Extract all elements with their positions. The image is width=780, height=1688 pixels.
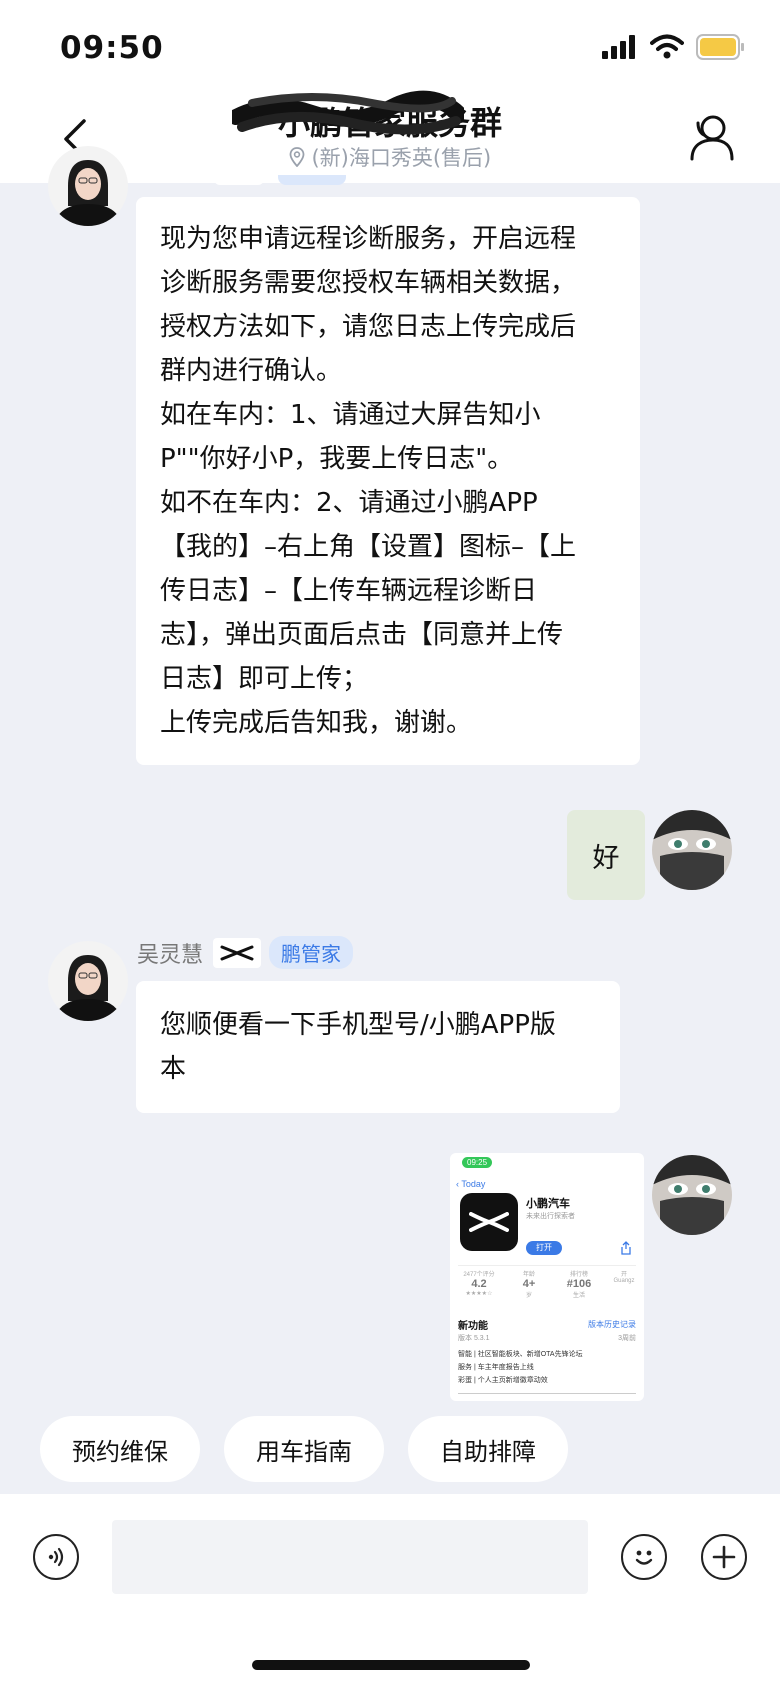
- wifi-icon: [650, 34, 684, 59]
- quick-action-guide[interactable]: 用车指南: [224, 1416, 384, 1482]
- stat-sub: 生活: [572, 1293, 585, 1299]
- shot-app-icon: [460, 1193, 518, 1251]
- message-text: 好: [592, 842, 620, 874]
- location-pin-icon: [289, 147, 305, 168]
- shot-note: 彩蛋 | 个人主页新增徽章动效: [458, 1377, 548, 1384]
- stat-value: 4+: [522, 1278, 536, 1290]
- share-icon: [621, 1241, 631, 1255]
- shot-stat: 2477个评分 4.2 ★★★★☆: [456, 1269, 502, 1299]
- xpeng-logo: [213, 937, 262, 968]
- message-bubble[interactable]: 现为您申请远程诊断服务，开启远程 诊断服务需要您授权车辆相关数据， 授权方法如下…: [136, 197, 640, 765]
- shot-divider: [458, 1265, 636, 1266]
- stat-sub: 岁: [525, 1293, 532, 1299]
- stat-sub: Guangz: [613, 1278, 635, 1284]
- agent-avatar[interactable]: [48, 941, 128, 1021]
- status-time: 09:50: [60, 30, 164, 66]
- home-indicator: [252, 1660, 530, 1670]
- clipped-role-badge: [278, 175, 346, 185]
- quick-action-maintenance[interactable]: 预约维保: [40, 1416, 200, 1482]
- shot-stat: 排行榜 #106 生活: [556, 1269, 602, 1299]
- shot-time: 09:25: [462, 1157, 493, 1168]
- shot-whats-new: 新功能: [458, 1321, 488, 1332]
- shot-app-subtitle: 未来出行探索者: [526, 1213, 575, 1220]
- shot-open-button: 打开: [526, 1241, 562, 1255]
- sender-name: 吴灵慧: [137, 942, 204, 968]
- user-avatar[interactable]: [652, 1155, 732, 1235]
- group-members-icon[interactable]: [688, 113, 734, 161]
- shot-time-ago: 3周前: [618, 1335, 636, 1342]
- role-badge: 鹏管家: [269, 936, 354, 969]
- agent-avatar[interactable]: [48, 146, 128, 226]
- quick-action-troubleshoot[interactable]: 自助排障: [408, 1416, 568, 1482]
- sender-line: 吴灵慧 鹏管家: [137, 936, 354, 969]
- shot-app-name: 小鹏汽车: [526, 1198, 570, 1210]
- shot-stat: 年龄 4+ 岁: [506, 1269, 552, 1299]
- shot-bottom-line: [458, 1393, 636, 1394]
- chat-area[interactable]: 现为您申请远程诊断服务，开启远程 诊断服务需要您授权车辆相关数据， 授权方法如下…: [0, 146, 780, 1493]
- shot-stat: 开 Guangz: [606, 1269, 642, 1299]
- stat-label: 年龄: [522, 1272, 535, 1278]
- shot-version: 版本 5.3.1: [458, 1335, 490, 1342]
- message-input[interactable]: [112, 1520, 588, 1594]
- stat-label: 开: [620, 1272, 627, 1278]
- shot-note: 智能 | 社区智能板块、新增OTA先锋论坛: [458, 1351, 583, 1358]
- plus-icon[interactable]: [701, 1534, 747, 1580]
- battery-icon: [696, 34, 744, 60]
- voice-icon[interactable]: [33, 1534, 79, 1580]
- emoji-icon[interactable]: [621, 1534, 667, 1580]
- shot-history-link: 版本历史记录: [588, 1320, 636, 1329]
- stat-label: 排行榜: [569, 1272, 588, 1278]
- status-bar: 09:50: [0, 0, 780, 95]
- shot-stats: 2477个评分 4.2 ★★★★☆ 年龄 4+ 岁 排行榜 #106 生活 开 …: [456, 1269, 642, 1299]
- shot-back: ‹ Today: [456, 1179, 486, 1189]
- message-bubble-self[interactable]: 好: [567, 810, 645, 900]
- clipped-badge: [214, 175, 264, 185]
- input-bar: [0, 1494, 780, 1688]
- message-bubble[interactable]: 您顺便看一下手机型号/小鹏APP版 本: [136, 981, 620, 1113]
- stat-value: #106: [566, 1278, 592, 1290]
- message-text: 现为您申请远程诊断服务，开启远程 诊断服务需要您授权车辆相关数据， 授权方法如下…: [160, 224, 577, 738]
- status-icons: [602, 34, 746, 60]
- user-avatar[interactable]: [652, 810, 732, 890]
- image-message[interactable]: 09:25 ‹ Today 小鹏汽车 未来出行探索者 打开 2477个评分 4.…: [450, 1153, 644, 1401]
- stat-label: 2477个评分: [463, 1272, 495, 1278]
- stat-value: 4.2: [471, 1278, 487, 1290]
- signal-icon: [602, 35, 635, 59]
- location-text: (新)海口秀英(售后): [311, 146, 492, 170]
- shot-note: 服务 | 车主年度报告上线: [458, 1364, 534, 1371]
- redaction-scribble: [232, 90, 464, 135]
- message-text: 您顺便看一下手机型号/小鹏APP版 本: [160, 1010, 556, 1084]
- stat-sub: ★★★★☆: [465, 1291, 493, 1297]
